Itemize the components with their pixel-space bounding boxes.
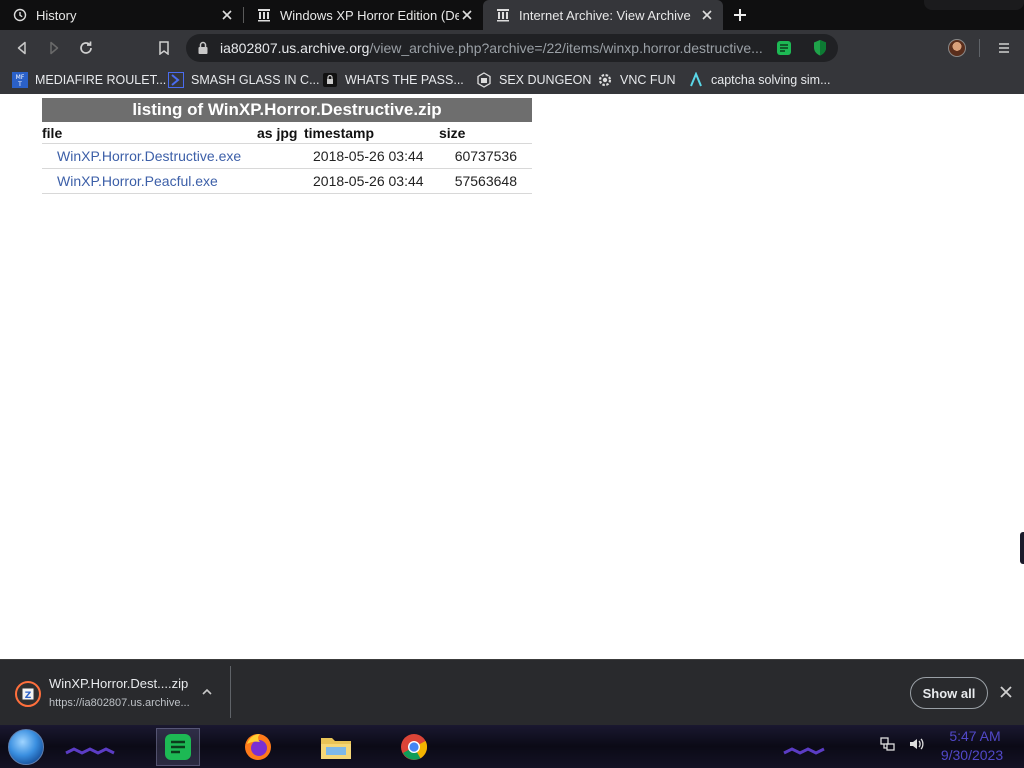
column-file: file — [42, 125, 63, 141]
gear-cog-icon — [597, 72, 613, 88]
tab-internet-archive[interactable]: Internet Archive: View Archive — [483, 0, 723, 30]
new-tab-button[interactable] — [730, 5, 750, 25]
file-link[interactable]: WinXP.Horror.Peacful.exe — [57, 173, 218, 189]
file-size: 60737536 — [454, 148, 517, 164]
bookmark-label: SEX DUNGEON — [499, 73, 592, 87]
firefox-icon[interactable] — [236, 728, 280, 766]
bookmark-label: captcha solving sim... — [711, 73, 831, 87]
bookmark-mediafire[interactable]: MF T MEDIAFIRE ROULET... — [12, 70, 166, 90]
close-icon[interactable] — [219, 7, 235, 23]
bookmark-whats-the-pass[interactable]: WHATS THE PASS... — [322, 70, 464, 90]
file-size: 57563648 — [454, 173, 517, 189]
file-link[interactable]: WinXP.Horror.Destructive.exe — [57, 148, 241, 164]
close-icon[interactable] — [459, 7, 475, 23]
bookmark-label: SMASH GLASS IN C... — [191, 73, 320, 87]
bookmarks-bar: MF T MEDIAFIRE ROULET... SMASH GLASS IN C… — [0, 66, 1024, 94]
tab-windows-xp-horror[interactable]: Windows XP Horror Edition (Destructive — [244, 0, 483, 30]
download-shelf: Z WinXP.Horror.Dest....zip https://ia802… — [0, 659, 1024, 725]
file-timestamp: 2018-05-26 03:44 — [313, 148, 424, 164]
system-tray — [880, 735, 924, 757]
column-size: size — [439, 125, 466, 141]
history-icon — [12, 7, 28, 23]
svg-text:T: T — [17, 81, 22, 88]
chevron-up-icon[interactable] — [199, 684, 215, 700]
bookmark-page-button[interactable] — [154, 38, 174, 58]
address-bar[interactable]: ia802807.us.archive.org/view_archive.php… — [186, 34, 838, 62]
back-button[interactable] — [12, 38, 32, 58]
url-text[interactable]: ia802807.us.archive.org/view_archive.php… — [220, 40, 768, 56]
page-content: listing of WinXP.Horror.Destructive.zip … — [0, 94, 1024, 659]
notes-extension-icon[interactable] — [776, 40, 792, 56]
reload-button[interactable] — [76, 38, 96, 58]
browser-toolbar: ia802807.us.archive.org/view_archive.php… — [0, 30, 1024, 66]
bookmark-label: MEDIAFIRE ROULET... — [35, 73, 167, 87]
column-timestamp: timestamp — [304, 125, 375, 141]
download-filename[interactable]: WinXP.Horror.Dest....zip — [49, 676, 188, 691]
taskbar-decoration — [65, 747, 115, 755]
forward-button[interactable] — [44, 38, 64, 58]
network-icon[interactable] — [880, 736, 896, 757]
bookmark-label: VNC FUN — [620, 73, 676, 87]
column-as-jpg: as jpg — [257, 125, 298, 141]
chevron-logo-icon — [168, 72, 184, 88]
zip-file-icon[interactable]: Z — [15, 681, 41, 707]
svg-text:MF: MF — [16, 74, 25, 81]
profile-avatar[interactable] — [948, 39, 966, 57]
download-url: https://ia802807.us.archive... — [49, 697, 189, 709]
bookmark-smash-glass[interactable]: SMASH GLASS IN C... — [168, 70, 320, 90]
shield-extension-icon[interactable] — [812, 39, 828, 57]
tab-history[interactable]: History — [0, 0, 243, 30]
tab-title: Windows XP Horror Edition (Destructive — [280, 7, 459, 23]
file-timestamp: 2018-05-26 03:44 — [313, 173, 424, 189]
dungeon-icon — [476, 72, 492, 88]
taskbar: 5:47 AM 9/30/2023 — [0, 725, 1024, 768]
tab-strip: History Windows XP Horror Edition (Destr… — [0, 0, 1024, 30]
url-host: ia802807.us.archive.org — [220, 40, 370, 56]
chrome-icon[interactable] — [392, 728, 436, 766]
lock-icon[interactable] — [196, 41, 210, 55]
menu-button[interactable] — [994, 38, 1014, 58]
a-logo-icon — [688, 72, 704, 88]
url-path: /view_archive.php?archive=/22/items/winx… — [369, 40, 763, 56]
shelf-divider — [230, 666, 231, 718]
lock-box-icon — [322, 72, 338, 88]
toolbar-divider — [979, 39, 980, 57]
notes-app-icon[interactable] — [156, 728, 200, 766]
start-button[interactable] — [8, 729, 44, 765]
listing-title: listing of WinXP.Horror.Destructive.zip — [42, 98, 532, 122]
bookmark-label: WHATS THE PASS... — [345, 73, 464, 87]
tab-title: Internet Archive: View Archive — [519, 7, 691, 23]
svg-text:Z: Z — [25, 691, 32, 701]
tab-title: History — [36, 7, 77, 23]
show-all-button[interactable]: Show all — [910, 677, 988, 709]
close-icon[interactable] — [998, 684, 1014, 700]
close-icon[interactable] — [699, 7, 715, 23]
clock-date[interactable]: 9/30/2023 — [932, 747, 1012, 763]
table-row: WinXP.Horror.Destructive.exe 2018-05-26 … — [42, 144, 532, 169]
taskbar-decoration — [783, 747, 825, 755]
volume-icon[interactable] — [908, 736, 924, 757]
mediafire-icon: MF T — [12, 72, 28, 88]
bookmark-sex-dungeon[interactable]: SEX DUNGEON — [476, 70, 591, 90]
table-row: WinXP.Horror.Peacful.exe 2018-05-26 03:4… — [42, 169, 532, 194]
archive-pillar-icon — [256, 7, 272, 23]
file-explorer-icon[interactable] — [314, 728, 358, 766]
archive-pillar-icon — [495, 7, 511, 23]
bookmark-captcha[interactable]: captcha solving sim... — [688, 70, 831, 90]
bookmark-vnc-fun[interactable]: VNC FUN — [597, 70, 676, 90]
clock-time[interactable]: 5:47 AM — [940, 728, 1010, 744]
side-handle — [1020, 532, 1024, 564]
window-controls-area — [924, 0, 1024, 10]
